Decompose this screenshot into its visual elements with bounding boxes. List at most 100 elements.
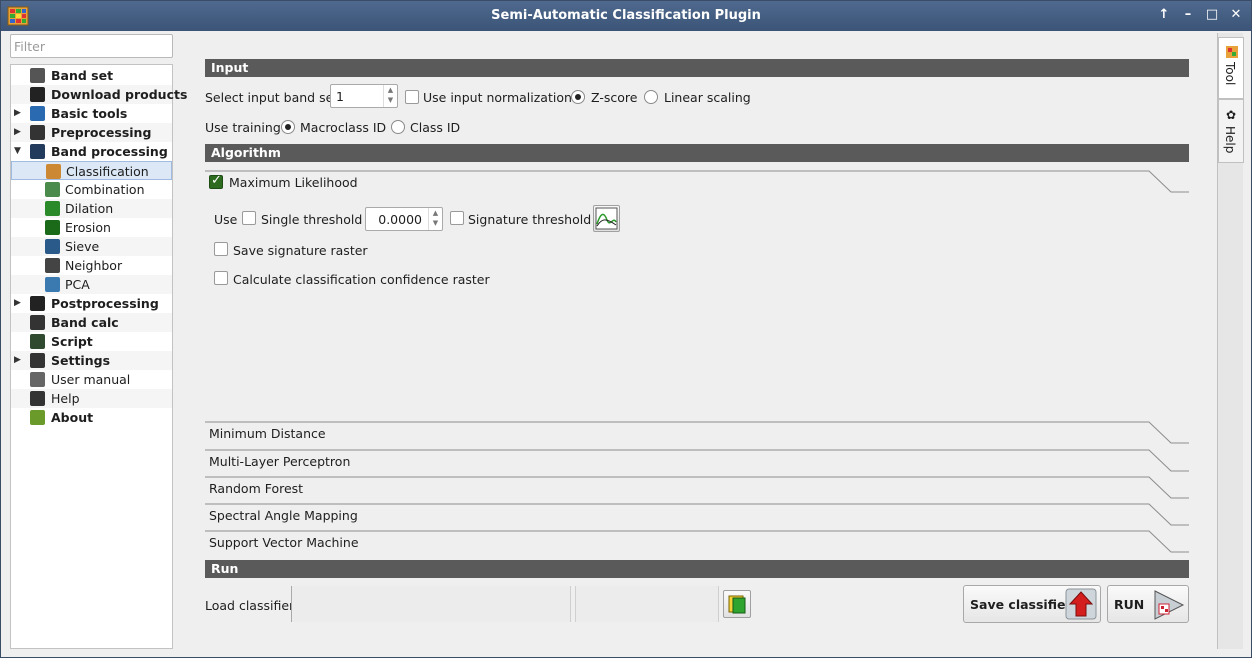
tool-icon [1226,46,1238,58]
run-section-header: Run [205,560,1189,578]
tree-item-classification[interactable]: Classification [11,161,172,180]
tree-item-label: Help [51,391,80,406]
tree-item-help[interactable]: Help [11,389,172,408]
settings-icon [30,353,45,368]
tree-item-dilation[interactable]: Dilation [11,199,172,218]
classifier-info-field [575,586,719,622]
tab-tool[interactable]: Tool [1218,37,1244,99]
classid-radio[interactable] [391,120,405,134]
algorithm-section-header: Algorithm [205,144,1189,162]
algorithm-tab-spectral-angle-mapping[interactable]: Spectral Angle Mapping [205,503,1189,530]
tree-item-band-calc[interactable]: Band calc [11,313,172,332]
band-set-spinbox[interactable]: 1 ▲ ▼ [330,84,398,108]
about-icon [30,410,45,425]
pca-icon [45,277,60,292]
save-signature-checkbox[interactable] [214,242,228,256]
algorithm-tab-label: Multi-Layer Perceptron [209,454,351,469]
tree-item-sieve[interactable]: Sieve [11,237,172,256]
tree-item-user-manual[interactable]: User manual [11,370,172,389]
tree-item-postprocessing[interactable]: ▶ Postprocessing [11,294,172,313]
tree-item-band-set[interactable]: Band set [11,66,172,85]
collapsed-arrow-icon[interactable]: ▶ [14,294,21,313]
tree-item-band-processing[interactable]: ▼ Band processing [11,142,172,161]
zscore-label: Z-score [591,90,638,105]
save-classifier-button[interactable]: Save classifier [963,585,1101,623]
save-signature-label: Save signature raster [233,243,368,258]
tree-item-neighbor[interactable]: Neighbor [11,256,172,275]
linear-scaling-label: Linear scaling [664,90,751,105]
tree-item-label: Band calc [51,315,119,330]
tree-item-label: User manual [51,372,131,387]
single-threshold-checkbox[interactable] [242,211,256,225]
algorithm-tab-support-vector-machine[interactable]: Support Vector Machine [205,530,1189,557]
macroclass-radio[interactable] [281,120,295,134]
collapsed-arrow-icon[interactable]: ▶ [14,351,21,370]
algorithm-tab-minimum-distance[interactable]: Minimum Distance [205,421,1189,448]
algorithm-tab-label: Spectral Angle Mapping [209,508,358,523]
tree-item-settings[interactable]: ▶ Settings [11,351,172,370]
tree-item-label: PCA [65,277,90,292]
tree-item-label: Combination [65,182,145,197]
minimize-button[interactable]: – [1181,7,1195,22]
collapsed-arrow-icon[interactable]: ▶ [14,123,21,142]
algorithm-tab-label: Minimum Distance [209,426,326,441]
use-training-label: Use training [205,120,281,135]
confidence-checkbox[interactable] [214,271,228,285]
open-classifier-button[interactable] [723,590,751,618]
tab-help-label: Help [1223,126,1237,154]
basic-tools-icon [30,106,45,121]
run-button[interactable]: RUN [1107,585,1189,623]
window-title: Semi-Automatic Classification Plugin [491,8,761,23]
tree-item-basic-tools[interactable]: ▶ Basic tools [11,104,172,123]
neighbor-icon [45,258,60,273]
zscore-radio[interactable] [571,90,585,104]
tab-help[interactable]: ✿ Help [1218,99,1244,163]
tree-item-label: Basic tools [51,106,128,121]
maximize-button[interactable]: □ [1205,7,1219,22]
use-label: Use [214,212,238,227]
signature-threshold-checkbox[interactable] [450,211,464,225]
algorithm-tab-label: Random Forest [209,481,304,496]
band-set-icon [30,68,45,83]
max-likelihood-checkbox[interactable] [209,173,223,189]
user-manual-icon [30,372,45,387]
tree-item-label: Sieve [65,239,100,254]
spin-arrows-icon[interactable]: ▲ ▼ [383,85,397,107]
plugin-window: Semi-Automatic Classification Plugin ↑ –… [0,0,1252,658]
spin-arrows-icon[interactable]: ▲ ▼ [428,208,442,230]
collapsed-arrow-icon[interactable]: ▶ [14,104,21,123]
tool-tree: Band set Download products ▶ Basic tools ▶ Pr… [10,64,187,649]
linear-scaling-radio[interactable] [644,90,658,104]
spectral-plot-icon [595,207,618,230]
tree-item-erosion[interactable]: Erosion [11,218,172,237]
filter-input[interactable]: Filter [10,34,173,58]
tree-item-pca[interactable]: PCA [11,275,172,294]
tree-item-label: Postprocessing [51,296,159,311]
tree-item-label: Band set [51,68,114,83]
tree-item-download-products[interactable]: Download products [11,85,187,104]
classifier-path-field[interactable] [291,586,571,622]
tree-item-label: Erosion [65,220,111,235]
signature-threshold-button[interactable] [593,205,620,232]
algorithm-tab-random-forest[interactable]: Random Forest [205,476,1189,503]
keep-above-button[interactable]: ↑ [1157,7,1171,22]
run-label: RUN [1114,597,1145,612]
threshold-spinbox[interactable]: 0.0000 ▲ ▼ [365,207,443,231]
tree-item-preprocessing[interactable]: ▶ Preprocessing [11,123,172,142]
erosion-icon [45,220,60,235]
tree-item-combination[interactable]: Combination [11,180,172,199]
expanded-arrow-icon[interactable]: ▼ [14,142,21,161]
input-section-header: Input [205,59,1189,77]
algorithm-tab-multi-layer-perceptron[interactable]: Multi-Layer Perceptron [205,449,1189,476]
tree-item-about[interactable]: About [11,408,172,427]
tree-item-script[interactable]: Script [11,332,172,351]
tab-tool-label: Tool [1223,62,1237,86]
tree-item-label: Dilation [65,201,114,216]
tree-item-label: About [51,410,94,425]
algorithm-tab-label: Support Vector Machine [209,535,359,550]
macroclass-label: Macroclass ID [300,120,387,135]
max-likelihood-label: Maximum Likelihood [229,175,358,190]
use-normalization-checkbox[interactable] [405,90,419,104]
band-set-label: Select input band set [205,90,339,105]
close-button[interactable]: ✕ [1229,7,1243,22]
